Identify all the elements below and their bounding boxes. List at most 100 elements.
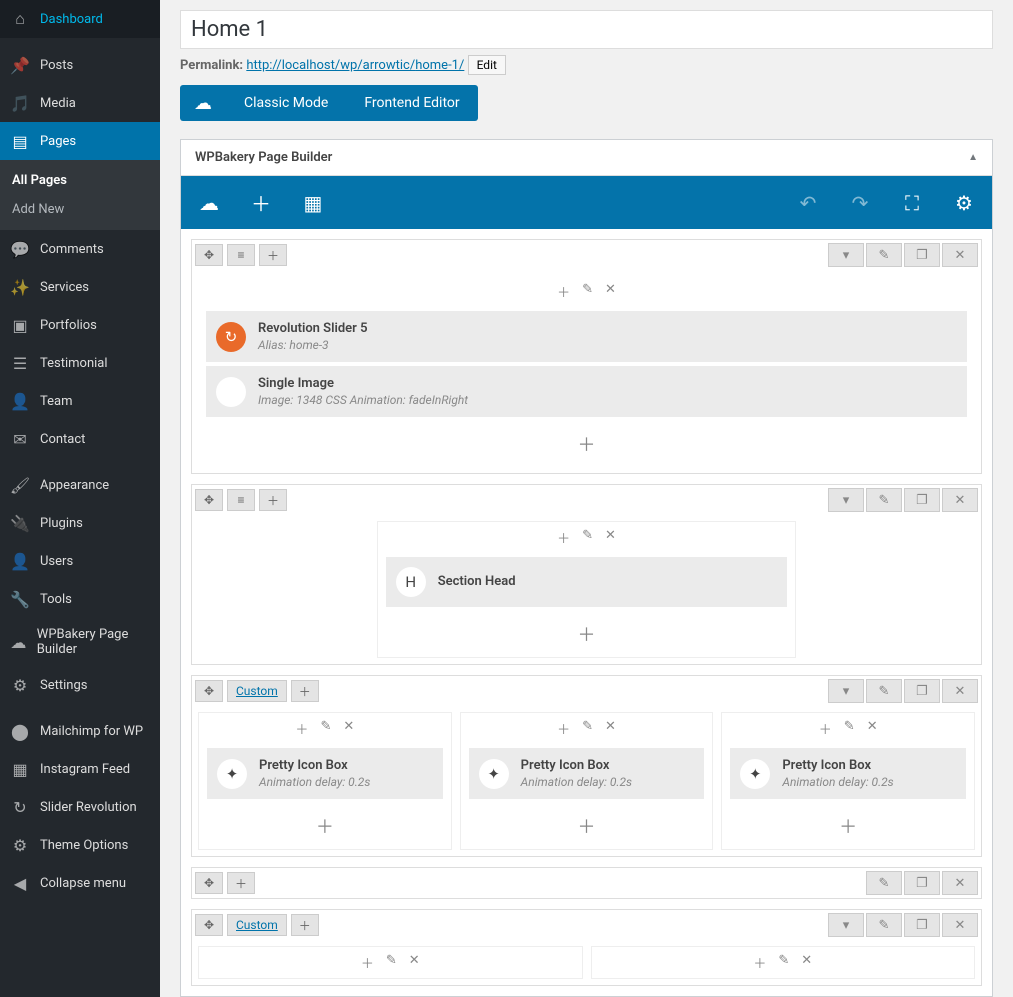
menu-users[interactable]: 👤Users	[0, 542, 160, 580]
col-add-icon[interactable]: ＋	[291, 719, 312, 738]
row-edit-icon[interactable]: ✎	[866, 913, 902, 937]
row-delete-icon[interactable]: ✕	[942, 913, 978, 937]
row-add-icon[interactable]: ＋	[259, 244, 287, 266]
menu-collapse[interactable]: ◀Collapse menu	[0, 864, 160, 902]
element-revolution-slider[interactable]: ↻ Revolution Slider 5Alias: home-3	[206, 311, 967, 362]
menu-mailchimp[interactable]: ⬤Mailchimp for WP	[0, 712, 160, 750]
redo-icon[interactable]: ↷	[848, 191, 872, 215]
menu-instagram[interactable]: ▦Instagram Feed	[0, 750, 160, 788]
row-toggle-icon[interactable]: ▾	[828, 488, 864, 512]
row-delete-icon[interactable]: ✕	[942, 243, 978, 267]
row-clone-icon[interactable]: ❐	[904, 679, 940, 703]
col-delete-icon[interactable]: ✕	[405, 953, 424, 972]
menu-settings[interactable]: ⚙Settings	[0, 666, 160, 704]
row-layout-icon[interactable]: ≡	[227, 244, 255, 266]
add-element-icon[interactable]: ＋	[249, 188, 273, 217]
menu-wpbakery[interactable]: ☁WPBakery Page Builder	[0, 618, 160, 666]
col-add-bottom-icon[interactable]: ＋	[461, 803, 713, 849]
element-single-image[interactable]: Single ImageImage: 1348 CSS Animation: f…	[206, 366, 967, 417]
row-move-icon[interactable]: ✥	[195, 244, 223, 266]
row-edit-icon[interactable]: ✎	[866, 871, 902, 895]
menu-team[interactable]: 👤Team	[0, 382, 160, 420]
menu-tools[interactable]: 🔧Tools	[0, 580, 160, 618]
templates-icon[interactable]: ▦	[301, 191, 325, 215]
row-custom-link[interactable]: Custom	[227, 914, 287, 936]
col-add-icon[interactable]: ＋	[749, 953, 770, 972]
row-add-icon[interactable]: ＋	[291, 680, 319, 702]
col-delete-icon[interactable]: ✕	[601, 528, 620, 547]
row-toggle-icon[interactable]: ▾	[828, 913, 864, 937]
element-section-head[interactable]: H Section Head	[386, 557, 788, 607]
col-delete-icon[interactable]: ✕	[863, 719, 882, 738]
panel-toggle-icon[interactable]: ▲	[968, 152, 978, 163]
row-add-icon[interactable]: ＋	[291, 914, 319, 936]
menu-testimonial[interactable]: ☰Testimonial	[0, 344, 160, 382]
menu-media[interactable]: 🎵Media	[0, 84, 160, 122]
menu-comments[interactable]: 💬Comments	[0, 230, 160, 268]
col-edit-icon[interactable]: ✎	[382, 953, 401, 972]
col-add-icon[interactable]: ＋	[357, 953, 378, 972]
row-move-icon[interactable]: ✥	[195, 914, 223, 936]
row-delete-icon[interactable]: ✕	[942, 488, 978, 512]
row-edit-icon[interactable]: ✎	[866, 243, 902, 267]
row-toggle-icon[interactable]: ▾	[828, 679, 864, 703]
row-custom-link[interactable]: Custom	[227, 680, 287, 702]
row-edit-icon[interactable]: ✎	[866, 679, 902, 703]
row-delete-icon[interactable]: ✕	[942, 871, 978, 895]
row-clone-icon[interactable]: ❐	[904, 871, 940, 895]
row-move-icon[interactable]: ✥	[195, 680, 223, 702]
col-add-icon[interactable]: ＋	[553, 282, 574, 301]
row-move-icon[interactable]: ✥	[195, 872, 223, 894]
col-edit-icon[interactable]: ✎	[774, 953, 793, 972]
col-delete-icon[interactable]: ✕	[601, 719, 620, 738]
row-edit-icon[interactable]: ✎	[866, 488, 902, 512]
fullscreen-icon[interactable]: ⛶	[900, 191, 924, 215]
col-add-bottom-icon[interactable]: ＋	[198, 421, 975, 467]
element-icon-box[interactable]: ✦Pretty Icon BoxAnimation delay: 0.2s	[730, 748, 966, 799]
permalink-edit-button[interactable]: Edit	[468, 55, 506, 75]
menu-pages[interactable]: ▤Pages	[0, 122, 160, 160]
col-delete-icon[interactable]: ✕	[797, 953, 816, 972]
classic-mode-button[interactable]: Classic Mode	[226, 85, 346, 121]
menu-services[interactable]: ✨Services	[0, 268, 160, 306]
menu-posts[interactable]: 📌Posts	[0, 46, 160, 84]
row-clone-icon[interactable]: ❐	[904, 913, 940, 937]
col-add-icon[interactable]: ＋	[815, 719, 836, 738]
col-add-icon[interactable]: ＋	[553, 528, 574, 547]
undo-icon[interactable]: ↶	[796, 191, 820, 215]
col-edit-icon[interactable]: ✎	[578, 282, 597, 301]
menu-appearance[interactable]: 🖌Appearance	[0, 466, 160, 504]
page-title-input[interactable]	[180, 10, 993, 49]
row-add-icon[interactable]: ＋	[259, 489, 287, 511]
submenu-add-new[interactable]: Add New	[0, 195, 160, 224]
row-move-icon[interactable]: ✥	[195, 489, 223, 511]
element-icon-box[interactable]: ✦Pretty Icon BoxAnimation delay: 0.2s	[469, 748, 705, 799]
menu-plugins[interactable]: 🔌Plugins	[0, 504, 160, 542]
col-delete-icon[interactable]: ✕	[339, 719, 358, 738]
row-toggle-icon[interactable]: ▾	[828, 243, 864, 267]
menu-dashboard[interactable]: ⌂Dashboard	[0, 0, 160, 38]
menu-theme-options[interactable]: ⚙Theme Options	[0, 826, 160, 864]
element-icon-box[interactable]: ✦Pretty Icon BoxAnimation delay: 0.2s	[207, 748, 443, 799]
menu-portfolios[interactable]: ▣Portfolios	[0, 306, 160, 344]
row-clone-icon[interactable]: ❐	[904, 243, 940, 267]
col-add-icon[interactable]: ＋	[553, 719, 574, 738]
col-edit-icon[interactable]: ✎	[578, 719, 597, 738]
settings-icon[interactable]: ⚙	[952, 191, 976, 215]
col-add-bottom-icon[interactable]: ＋	[199, 803, 451, 849]
col-edit-icon[interactable]: ✎	[316, 719, 335, 738]
col-add-bottom-icon[interactable]: ＋	[722, 803, 974, 849]
menu-slider-rev[interactable]: ↻Slider Revolution	[0, 788, 160, 826]
submenu-all-pages[interactable]: All Pages	[0, 166, 160, 195]
col-delete-icon[interactable]: ✕	[601, 282, 620, 301]
col-add-bottom-icon[interactable]: ＋	[378, 611, 796, 657]
row-layout-icon[interactable]: ≡	[227, 489, 255, 511]
frontend-editor-button[interactable]: Frontend Editor	[346, 85, 477, 121]
row-add-icon[interactable]: ＋	[227, 872, 255, 894]
row-delete-icon[interactable]: ✕	[942, 679, 978, 703]
menu-contact[interactable]: ✉Contact	[0, 420, 160, 458]
col-edit-icon[interactable]: ✎	[578, 528, 597, 547]
col-edit-icon[interactable]: ✎	[840, 719, 859, 738]
permalink-link[interactable]: http://localhost/wp/arrowtic/home-1/	[246, 58, 464, 73]
row-clone-icon[interactable]: ❐	[904, 488, 940, 512]
